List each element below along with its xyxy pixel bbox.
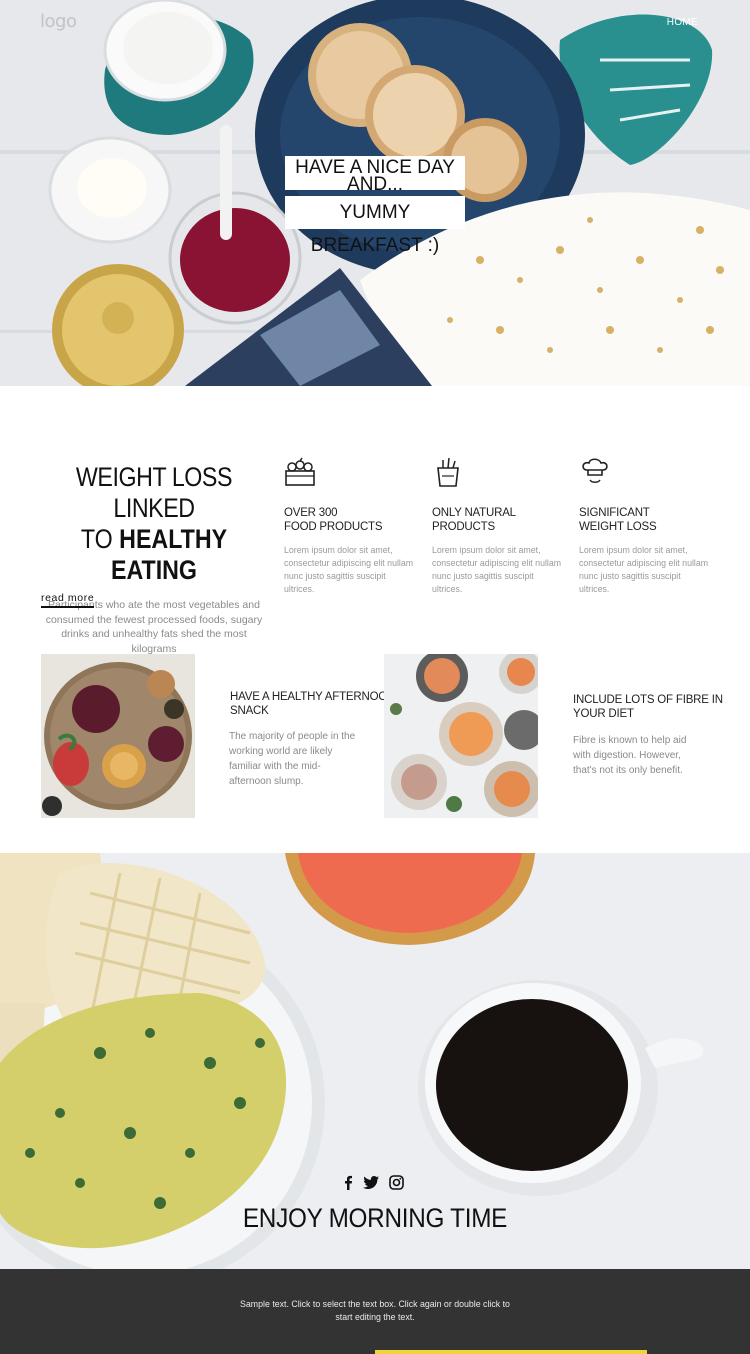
footer-text[interactable]: Sample text. Click to select the text bo…: [240, 1298, 510, 1324]
feature-title-line-1: OVER 300: [284, 507, 338, 519]
feature-text: Lorem ipsum dolor sit amet, consectetur …: [284, 545, 414, 594]
card-title: HAVE A HEALTHY AFTERNOON SNACK: [230, 690, 395, 718]
card-title-line-1: HAVE A HEALTHY AFTERNOON: [230, 691, 396, 703]
footer-accent-bar: [375, 1350, 647, 1354]
fish-plates-image: [384, 654, 538, 818]
card-title: INCLUDE LOTS OF FIBRE IN YOUR DIET: [573, 693, 723, 721]
feature-title: SIGNIFICANT WEIGHT LOSS: [579, 506, 709, 534]
feature-item: ONLY NATURAL PRODUCTS Lorem ipsum dolor s…: [432, 456, 562, 596]
card-text: Fibre is known to help aid with digestio…: [573, 735, 687, 776]
chef-icon: [582, 458, 608, 483]
feature-title-line-2: PRODUCTS: [432, 521, 495, 533]
feature-title-line-2: WEIGHT LOSS: [579, 521, 657, 533]
card-title-line-1: INCLUDE LOTS OF FIBRE IN: [573, 694, 723, 706]
intro-block: WEIGHT LOSS LINKED TO HEALTHY EATING Par…: [40, 462, 268, 656]
social-icons: [343, 1175, 404, 1195]
snack-board-image: [41, 654, 195, 818]
feature-title: ONLY NATURAL PRODUCTS: [432, 506, 562, 534]
hero-title-line-2: YUMMY BREAKFAST :): [285, 196, 465, 256]
hero-section: logo HOME HAVE A NICE DAY AND... YUMMY B…: [0, 0, 750, 386]
feature-title-line-1: SIGNIFICANT: [579, 507, 650, 519]
feature-text: Lorem ipsum dolor sit amet, consectetur …: [432, 545, 562, 594]
feature-item: SIGNIFICANT WEIGHT LOSS Lorem ipsum dolor…: [579, 456, 709, 596]
feature-title-line-2: FOOD PRODUCTS: [284, 521, 383, 533]
card-title-line-2: YOUR DIET: [573, 708, 634, 720]
twitter-icon[interactable]: [363, 1176, 379, 1194]
instagram-icon[interactable]: [389, 1175, 404, 1195]
card-text: The majority of people in the working wo…: [229, 731, 356, 787]
intro-heading-line-1: WEIGHT LOSS LINKED: [75, 462, 233, 523]
morning-title: ENJOY MORNING TIME: [242, 1203, 508, 1233]
feature-title: OVER 300 FOOD PRODUCTS: [284, 506, 414, 534]
read-more-link[interactable]: read more: [41, 592, 95, 608]
feature-text: Lorem ipsum dolor sit amet, consectetur …: [579, 545, 709, 594]
hero-title-line-1: HAVE A NICE DAY AND...: [285, 156, 465, 194]
intro-heading-line-2: TO HEALTHY EATING: [56, 524, 252, 586]
nav-home-link[interactable]: HOME: [667, 17, 698, 28]
logo[interactable]: logo: [40, 11, 77, 32]
facebook-icon[interactable]: [343, 1175, 353, 1195]
grocery-bag-icon: [437, 457, 459, 487]
intro-heading-prefix: TO: [80, 524, 120, 554]
feature-title-line-1: ONLY NATURAL: [432, 507, 516, 519]
intro-heading-bold: HEALTHY EATING: [111, 524, 228, 585]
food-crate-icon: [285, 457, 315, 486]
feature-item: OVER 300 FOOD PRODUCTS Lorem ipsum dolor …: [284, 456, 414, 596]
card-title-line-2: SNACK: [230, 705, 269, 717]
